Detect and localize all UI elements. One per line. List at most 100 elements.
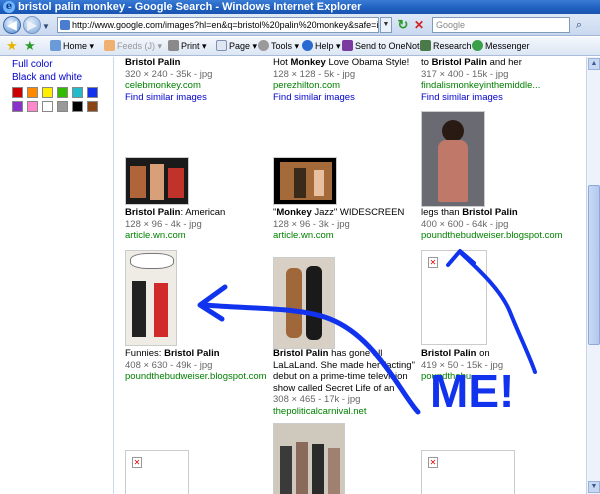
back-button[interactable]: ◀: [3, 16, 21, 34]
research-button[interactable]: Research: [420, 40, 472, 53]
color-swatch[interactable]: [57, 87, 68, 98]
broken-image-icon: ✕: [132, 457, 142, 468]
result-meta: 128 × 128 - 5k - jpg: [273, 68, 356, 80]
messenger-button[interactable]: Messenger: [472, 40, 530, 53]
result-meta: 308 × 465 - 17k - jpg: [273, 394, 361, 405]
result-meta: 320 × 240 - 35k - jpg: [125, 68, 213, 80]
result-meta: 408 × 630 - 49k - jpg: [125, 359, 213, 371]
result-url: perezhilton.com: [273, 80, 341, 91]
color-swatch[interactable]: [57, 101, 68, 112]
print-button[interactable]: Print ▾: [168, 40, 207, 53]
arrow-head: [197, 284, 228, 322]
thumbnail-image[interactable]: [273, 257, 335, 349]
refresh-icon[interactable]: ↻: [396, 17, 410, 33]
thumbnail-placeholder[interactable]: ✕: [125, 450, 189, 494]
research-icon: [420, 40, 431, 51]
result-meta: 128 × 96 - 4k - jpg: [125, 218, 202, 230]
page-content: Full color Black and white Bristol Palin…: [0, 57, 586, 494]
color-swatch[interactable]: [72, 101, 83, 112]
scroll-thumb[interactable]: [588, 185, 600, 345]
thumbnail-image[interactable]: [421, 111, 485, 207]
thumbnail-image[interactable]: [125, 157, 189, 205]
broken-image-icon: ✕: [428, 257, 438, 268]
thumbnail-image[interactable]: [273, 423, 345, 494]
result-meta: 400 × 600 - 64k - jpg: [421, 218, 509, 230]
address-dropdown-button[interactable]: ▼: [380, 17, 392, 33]
find-similar-link[interactable]: Find similar images: [421, 92, 571, 104]
black-white-link[interactable]: Black and white: [12, 72, 82, 83]
messenger-icon: [472, 40, 483, 51]
result-meta: 419 × 50 - 15k - jpg: [421, 359, 504, 371]
scroll-up-arrow-icon[interactable]: ▲: [588, 58, 600, 70]
search-placeholder: Google: [436, 20, 466, 30]
window-title: bristol palin monkey - Google Search - W…: [18, 1, 362, 13]
color-swatch[interactable]: [12, 87, 23, 98]
result-url: findalismonkeyinthemiddle...: [421, 80, 541, 91]
onenote-button[interactable]: Send to OneNote: [342, 40, 425, 53]
result-url: thepoliticalcarnival.net: [273, 405, 367, 417]
title-bar: e bristol palin monkey - Google Search -…: [0, 0, 600, 14]
search-icon[interactable]: ⌕: [572, 17, 586, 33]
printer-icon: [168, 40, 179, 51]
home-button[interactable]: Home ▾: [50, 40, 94, 53]
tools-button[interactable]: Tools ▾: [258, 40, 299, 53]
result-r3-c3[interactable]: Bristol Palin on 419 × 50 - 15k - jpg po…: [421, 348, 561, 383]
help-button[interactable]: Help ▾: [302, 40, 341, 53]
scroll-down-arrow-icon[interactable]: ▼: [588, 481, 600, 493]
page-icon: [216, 40, 227, 51]
color-swatch[interactable]: [42, 101, 53, 112]
thumbnail-image[interactable]: [125, 250, 177, 346]
result-url: celebmonkey.com: [125, 80, 201, 91]
add-favorites-icon[interactable]: ★: [24, 38, 36, 54]
find-similar-link[interactable]: Find similar images: [125, 92, 265, 104]
result-r1-c1[interactable]: Bristol Palin 320 × 240 - 35k - jpg cele…: [125, 57, 265, 103]
color-swatch[interactable]: [87, 87, 98, 98]
broken-image-icon: ✕: [428, 457, 438, 468]
result-title[interactable]: Bristol Palin: [125, 57, 180, 68]
color-swatch[interactable]: [42, 87, 53, 98]
result-url: poundthebudweiser.blogspot.com: [421, 230, 563, 241]
result-meta: 317 × 400 - 15k - jpg: [421, 68, 509, 80]
result-r2-c1[interactable]: Bristol Palin: American 128 × 96 - 4k - …: [125, 207, 265, 242]
page-button[interactable]: Page ▾: [216, 40, 257, 53]
search-input[interactable]: Google: [432, 17, 570, 33]
full-color-link[interactable]: Full color: [12, 59, 53, 70]
result-r2-c3[interactable]: legs than Bristol Palin 400 × 600 - 64k …: [421, 207, 581, 242]
result-r1-c3[interactable]: to Bristol Palin and her 317 × 400 - 15k…: [421, 57, 571, 103]
filter-sidebar: Full color Black and white: [0, 57, 114, 494]
result-meta: 128 × 96 - 3k - jpg: [273, 218, 350, 230]
feeds-button[interactable]: Feeds (J) ▾: [104, 40, 162, 53]
result-r3-c1[interactable]: Funnies: Bristol Palin 408 × 630 - 49k -…: [125, 348, 267, 383]
site-favicon-icon: [60, 20, 70, 30]
forward-button[interactable]: ▶: [23, 16, 41, 34]
color-swatch[interactable]: [72, 87, 83, 98]
ie-logo-icon: e: [3, 1, 15, 13]
favorites-star-icon[interactable]: ★: [6, 38, 18, 54]
color-swatch[interactable]: [27, 87, 38, 98]
address-bar[interactable]: http://www.google.com/images?hl=en&q=bri…: [57, 17, 379, 33]
result-r1-c2[interactable]: Hot Monkey Love Obama Style! 128 × 128 -…: [273, 57, 413, 103]
navigation-bar: ◀ ▶ ▼ http://www.google.com/images?hl=en…: [0, 14, 600, 36]
home-icon: [50, 40, 61, 51]
stop-icon[interactable]: ✕: [412, 17, 426, 33]
vertical-scrollbar[interactable]: ▲ ▼: [586, 57, 600, 494]
color-swatch[interactable]: [12, 101, 23, 112]
help-icon: [302, 40, 313, 51]
thumbnail-image[interactable]: [273, 157, 337, 205]
thumbnail-placeholder[interactable]: ✕: [421, 450, 515, 494]
thumbnail-placeholder[interactable]: ✕: [421, 250, 487, 345]
history-dropdown-icon[interactable]: ▼: [42, 22, 50, 31]
result-url: article.wn.com: [273, 230, 334, 241]
command-bar: ★ ★ Home ▾ Feeds (J) ▾ Print ▾ Page ▾ To…: [0, 37, 600, 56]
result-url: poundthebu...: [421, 371, 480, 382]
address-text: http://www.google.com/images?hl=en&q=bri…: [72, 20, 379, 30]
result-r3-c2[interactable]: Bristol Palin has gone all LaLaLand. She…: [273, 348, 415, 417]
result-url: poundthebudweiser.blogspot.com: [125, 371, 267, 382]
find-similar-link[interactable]: Find similar images: [273, 92, 413, 104]
color-swatch[interactable]: [27, 101, 38, 112]
result-r2-c2[interactable]: "Monkey Jazz" WIDESCREEN 128 × 96 - 3k -…: [273, 207, 413, 242]
result-url: article.wn.com: [125, 230, 186, 241]
feeds-icon: [104, 40, 115, 51]
color-swatch[interactable]: [87, 101, 98, 112]
onenote-icon: [342, 40, 353, 51]
